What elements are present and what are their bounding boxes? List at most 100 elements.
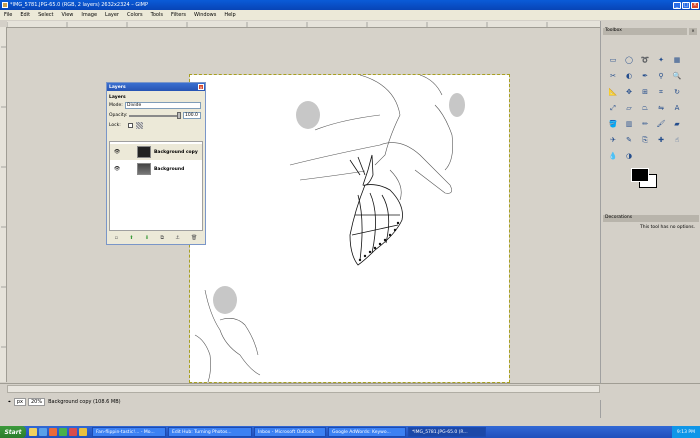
menu-layer[interactable]: Layer [101, 12, 123, 18]
duplicate-layer-icon[interactable]: ⧉ [160, 235, 164, 241]
horizontal-scrollbar[interactable] [7, 385, 600, 393]
airbrush-icon[interactable]: ✈ [606, 133, 620, 147]
move-icon[interactable]: ✥ [622, 85, 636, 99]
menu-windows[interactable]: Windows [190, 12, 220, 18]
quicklaunch-icon[interactable] [79, 428, 87, 436]
opacity-slider[interactable] [129, 115, 179, 117]
zoom-icon[interactable]: 🔍 [670, 69, 684, 83]
menu-help[interactable]: Help [220, 12, 239, 18]
blur-icon[interactable]: 💧 [606, 149, 620, 163]
fuzzy-select-icon[interactable]: ✦ [654, 53, 668, 67]
start-button[interactable]: Start [0, 426, 26, 438]
anchor-layer-icon[interactable]: ⚓ [175, 235, 179, 241]
opacity-slider-handle[interactable] [177, 112, 181, 119]
layers-titlebar[interactable]: Layers × [107, 83, 205, 91]
taskbar-item[interactable]: Fan-flippin-tastic!... - Mo... [92, 427, 166, 437]
pencil-icon[interactable]: ✏ [638, 117, 652, 131]
menu-tools[interactable]: Tools [147, 12, 167, 18]
text-icon[interactable]: A [670, 101, 684, 115]
quicklaunch-icon[interactable] [29, 428, 37, 436]
minimize-button[interactable]: _ [673, 1, 681, 9]
scissors-icon[interactable]: ✂ [606, 69, 620, 83]
menu-select[interactable]: Select [34, 12, 57, 18]
new-layer-icon[interactable]: ▫ [115, 235, 118, 241]
unit-select[interactable]: px [13, 398, 26, 406]
lock-pixels-checkbox[interactable] [128, 123, 133, 128]
paths-icon[interactable]: ✒ [638, 69, 652, 83]
quicklaunch-icon[interactable] [69, 428, 77, 436]
dodge-burn-icon[interactable]: ◑ [622, 149, 636, 163]
align-icon[interactable]: ⊞ [638, 85, 652, 99]
paintbrush-icon[interactable]: 🖌 [654, 117, 668, 131]
image-canvas[interactable] [189, 74, 510, 383]
taskbar-item-active[interactable]: *IMG_5781.JPG-65.0 (R... [408, 427, 486, 437]
mode-select[interactable]: Divide [125, 102, 201, 109]
color-picker-icon[interactable]: ⚲ [654, 69, 668, 83]
visibility-eye-icon[interactable]: 👁 [113, 166, 121, 172]
eraser-icon[interactable]: ▰ [670, 117, 684, 131]
close-button[interactable]: × [691, 1, 699, 9]
rotate-icon[interactable]: ↻ [670, 85, 684, 99]
quicklaunch-icon[interactable] [59, 428, 67, 436]
status-bar: ⌖ px 20% Background copy (108.6 MB) [0, 383, 700, 406]
heal-icon[interactable]: ✚ [654, 133, 668, 147]
mode-label: Mode: [109, 103, 123, 108]
layers-close-icon[interactable]: × [198, 84, 204, 90]
maximize-button[interactable]: □ [682, 1, 690, 9]
window-title: *IMG_5781.JPG-65.0 (RGB, 2 layers) 2632x… [10, 2, 149, 8]
toolbox-close-icon[interactable]: × [689, 28, 697, 35]
menu-file[interactable]: File [0, 12, 16, 18]
crop-icon[interactable]: ⌗ [654, 85, 668, 99]
opacity-label: Opacity: [109, 113, 128, 118]
raise-layer-icon[interactable]: ⬆ [129, 235, 133, 241]
rect-select-icon[interactable]: ▭ [606, 53, 620, 67]
menu-view[interactable]: View [58, 12, 78, 18]
free-select-icon[interactable]: ➰ [638, 53, 652, 67]
shear-icon[interactable]: ▱ [622, 101, 636, 115]
ink-icon[interactable]: ✎ [622, 133, 636, 147]
window-titlebar: *IMG_5781.JPG-65.0 (RGB, 2 layers) 2632x… [0, 0, 700, 10]
layer-row-background[interactable]: 👁 Background [110, 161, 202, 177]
layer-list: 👁 Background copy 👁 Background [109, 141, 203, 231]
menu-image[interactable]: Image [77, 12, 101, 18]
layers-title: Layers [109, 84, 126, 90]
taskbar-item[interactable]: Inbox - Microsoft Outlook [254, 427, 326, 437]
visibility-eye-icon[interactable]: 👁 [113, 149, 121, 155]
measure-icon[interactable]: 📐 [606, 85, 620, 99]
smudge-icon[interactable]: ☝ [670, 133, 684, 147]
color-select-icon[interactable]: ▦ [670, 53, 684, 67]
lower-layer-icon[interactable]: ⬇ [145, 235, 149, 241]
menu-filters[interactable]: Filters [167, 12, 190, 18]
menu-colors[interactable]: Colors [123, 12, 147, 18]
foreground-select-icon[interactable]: ◐ [622, 69, 636, 83]
blend-icon[interactable]: ▥ [622, 117, 636, 131]
opacity-input[interactable]: 100.0 [183, 112, 201, 119]
perspective-icon[interactable]: ⏢ [638, 101, 652, 115]
layers-dialog: Layers × Layers Mode: Divide Opacity: 10… [106, 82, 206, 245]
status-layer-info: Background copy (108.6 MB) [48, 399, 121, 405]
scale-icon[interactable]: ⤢ [606, 101, 620, 115]
layer-row-background-copy[interactable]: 👁 Background copy [110, 144, 202, 160]
quicklaunch-icon[interactable] [39, 428, 47, 436]
delete-layer-icon[interactable]: 🗑 [191, 235, 197, 241]
flip-icon[interactable]: ⇋ [654, 101, 668, 115]
taskbar-item[interactable]: Edit Hub: Turning Photos... [168, 427, 252, 437]
layers-section-label: Layers [109, 95, 126, 100]
mode-value: Divide [127, 103, 142, 108]
lock-alpha-icon[interactable] [136, 122, 143, 129]
bucket-fill-icon[interactable]: 🪣 [606, 117, 620, 131]
lock-label: Lock: [109, 123, 121, 128]
quicklaunch-icon[interactable] [49, 428, 57, 436]
canvas-area[interactable]: Layers × Layers Mode: Divide Opacity: 10… [7, 28, 600, 383]
vertical-ruler[interactable] [0, 27, 7, 382]
horizontal-ruler[interactable] [7, 21, 600, 28]
zoom-select[interactable]: 20% [27, 398, 46, 406]
gimp-app-icon[interactable] [2, 2, 8, 8]
foreground-color-swatch[interactable] [631, 168, 649, 182]
clone-icon[interactable]: ⎘ [638, 133, 652, 147]
clock[interactable]: 9:13 PM [677, 430, 695, 435]
ellipse-select-icon[interactable]: ◯ [622, 53, 636, 67]
quick-launch [29, 428, 89, 436]
menu-edit[interactable]: Edit [16, 12, 34, 18]
taskbar-item[interactable]: Google AdWords: Keywo... [328, 427, 406, 437]
